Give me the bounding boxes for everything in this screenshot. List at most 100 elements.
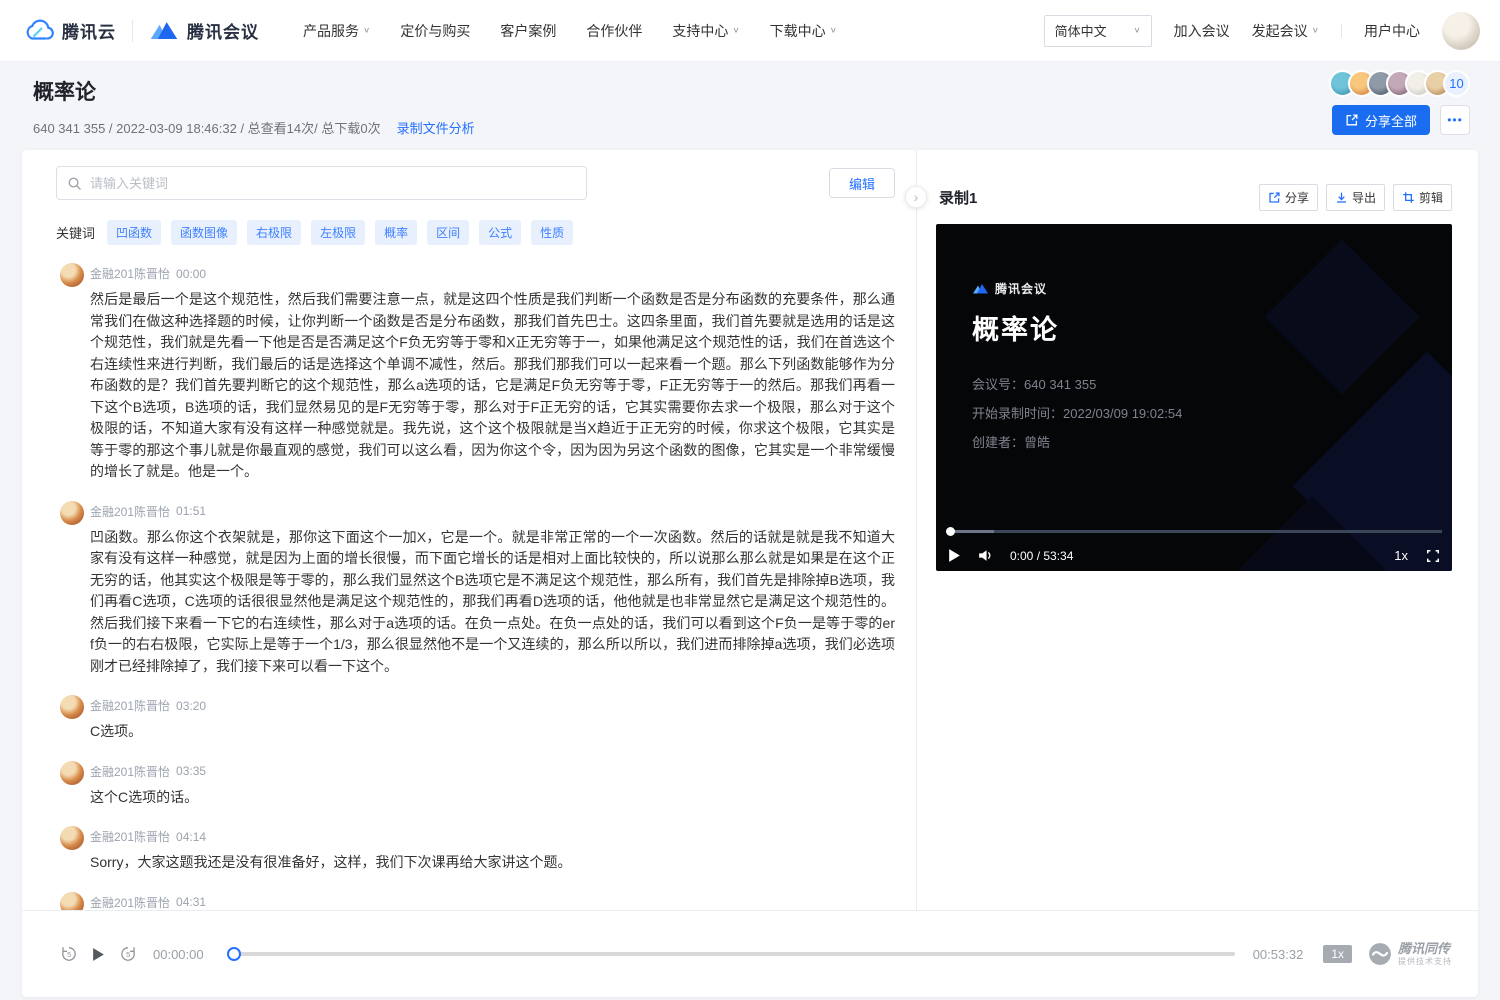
tencent-cloud-brand[interactable]: 腾讯云: [24, 18, 116, 43]
join-meeting-link[interactable]: 加入会议: [1174, 21, 1230, 41]
nav-item-partners[interactable]: 合作伙伴: [586, 21, 642, 41]
speed-badge-button[interactable]: 1x: [1323, 945, 1352, 963]
page: 腾讯云 腾讯会议 产品服务 ∨ 定价与购买 客户案例: [0, 0, 1500, 1000]
tencent-meeting-logo-icon: [972, 283, 989, 295]
more-options-button[interactable]: •••: [1440, 105, 1470, 135]
keyword-tag[interactable]: 右极限: [247, 220, 301, 245]
export-button[interactable]: 导出: [1326, 184, 1385, 211]
transcript-entry[interactable]: 金融201陈晋怡 04:31 那我们先不看C，我们先来看一下。先来看一下第的话，…: [60, 890, 895, 911]
translator-brand: 腾讯同传 提供技术支持: [1368, 941, 1452, 966]
entry-text[interactable]: 凹函数。那么你这个衣架就是，那你这下面这个一加X，它是一个。就是非常正常的一个一…: [90, 527, 895, 678]
forward-5s-button[interactable]: 5: [119, 945, 137, 963]
transcript-entry[interactable]: 金融201陈晋怡 01:51 凹函数。那么你这个衣架就是，那你这下面这个一加X，…: [60, 499, 895, 690]
collapse-panel-button[interactable]: ›: [905, 186, 927, 208]
video-player[interactable]: 腾讯会议 概率论 会议号：640 341 355 开始录制时间：2022/03/…: [936, 224, 1452, 571]
nav-item-pricing[interactable]: 定价与购买: [400, 21, 470, 41]
panel-divider: ›: [916, 150, 917, 910]
creator-line: 创建者：曾皓: [972, 428, 1182, 457]
search-input[interactable]: [90, 176, 576, 191]
entry-text[interactable]: Sorry，大家这题我还是没有很准备好，这样，我们下次课再给大家讲这个题。: [90, 852, 895, 874]
playback-speed-button[interactable]: 1x: [1394, 548, 1408, 563]
clip-button[interactable]: 剪辑: [1393, 184, 1452, 211]
tencent-meeting-brand[interactable]: 腾讯会议: [149, 18, 259, 43]
viewer-count-badge[interactable]: 10: [1443, 70, 1470, 97]
speaker-name: 金融201陈晋怡: [90, 763, 170, 780]
record-time: 2022/03/09 19:02:54: [1063, 406, 1182, 421]
transcript-entry[interactable]: 金融201陈晋怡 00:00 然后是最后一个是这个规范性，然后我们需要注意一点，…: [60, 261, 895, 495]
tencent-cloud-label: 腾讯云: [62, 18, 116, 43]
transcript-entry[interactable]: 金融201陈晋怡 03:20 C选项。: [60, 693, 895, 755]
file-analysis-link[interactable]: 录制文件分析: [397, 118, 475, 137]
page-header: 概率论 640 341 355 / 2022-03-09 18:46:32 / …: [0, 62, 1500, 150]
nav-item-support[interactable]: 支持中心 ∨: [672, 21, 739, 41]
share-button[interactable]: 分享: [1259, 184, 1318, 211]
tencent-meeting-logo-icon: [149, 20, 179, 42]
entry-timestamp[interactable]: 01:51: [176, 504, 206, 518]
keyword-tag[interactable]: 公式: [479, 220, 521, 245]
header-buttons: 分享全部 •••: [1332, 105, 1470, 135]
speaker-avatar: [60, 892, 84, 911]
entry-text[interactable]: 这个C选项的话。: [90, 787, 895, 809]
keyword-tag[interactable]: 区间: [427, 220, 469, 245]
user-avatar[interactable]: [1442, 12, 1480, 50]
edit-button[interactable]: 编辑: [829, 168, 895, 198]
content-card: 编辑 关键词 凹函数 函数图像 右极限 左极限 概率 区间 公式 性质: [22, 150, 1478, 997]
tencent-cloud-logo-icon: [24, 19, 54, 43]
total-time: 00:53:32: [1253, 947, 1304, 962]
keyword-tag[interactable]: 概率: [375, 220, 417, 245]
video-progress-bar[interactable]: [946, 530, 1442, 533]
keyword-tag[interactable]: 左极限: [311, 220, 365, 245]
volume-button[interactable]: [977, 547, 994, 564]
entry-timestamp[interactable]: 00:00: [176, 267, 206, 281]
timeline-slider[interactable]: [228, 952, 1235, 956]
play-icon: [92, 947, 105, 962]
play-icon: [948, 548, 961, 563]
nav-item-download[interactable]: 下载中心 ∨: [770, 21, 837, 41]
language-select[interactable]: 简体中文 ∨: [1044, 15, 1152, 47]
viewer-avatar-stack[interactable]: 10: [1329, 70, 1470, 97]
share-icon: [1268, 191, 1281, 204]
transcript-entry[interactable]: 金融201陈晋怡 03:35 这个C选项的话。: [60, 759, 895, 821]
speaker-avatar: [60, 826, 84, 850]
share-all-button[interactable]: 分享全部: [1332, 105, 1430, 135]
main-nav: 产品服务 ∨ 定价与购买 客户案例 合作伙伴 支持中心 ∨ 下载中心 ∨: [303, 21, 837, 41]
keyword-tag[interactable]: 性质: [531, 220, 573, 245]
transcript-list[interactable]: 金融201陈晋怡 00:00 然后是最后一个是这个规范性，然后我们需要注意一点，…: [22, 261, 916, 910]
start-meeting-link[interactable]: 发起会议 ∨: [1252, 21, 1319, 41]
current-time: 00:00:00: [153, 947, 204, 962]
nav-item-cases[interactable]: 客户案例: [500, 21, 556, 41]
video-progress-handle[interactable]: [946, 527, 955, 536]
meta-row: 640 341 355 / 2022-03-09 18:46:32 / 总查看1…: [33, 118, 475, 137]
nav-item-products[interactable]: 产品服务 ∨: [303, 21, 370, 41]
more-dots-icon: •••: [1447, 113, 1463, 127]
rewind-5s-button[interactable]: 5: [60, 945, 78, 963]
clip-icon: [1402, 191, 1415, 204]
video-brand: 腾讯会议: [972, 280, 1047, 297]
timeline-handle[interactable]: [227, 947, 241, 961]
entry-timestamp[interactable]: 03:35: [176, 764, 206, 778]
fullscreen-button[interactable]: [1426, 549, 1440, 563]
card-main: 编辑 关键词 凹函数 函数图像 右极限 左极限 概率 区间 公式 性质: [22, 150, 1478, 910]
play-button[interactable]: [92, 947, 105, 962]
speaker-name: 金融201陈晋怡: [90, 265, 170, 282]
chevron-down-icon: ∨: [830, 26, 837, 35]
entry-text[interactable]: C选项。: [90, 721, 895, 743]
speaker-avatar: [60, 263, 84, 287]
keyword-tag[interactable]: 凹函数: [107, 220, 161, 245]
translator-name: 腾讯同传: [1398, 941, 1452, 957]
entry-text[interactable]: 然后是最后一个是这个规范性，然后我们需要注意一点，就是这四个性质是我们判断一个函…: [90, 289, 895, 483]
entry-timestamp[interactable]: 04:14: [176, 830, 206, 844]
user-center-link[interactable]: 用户中心: [1364, 21, 1420, 41]
recording-panel: 录制1 分享: [917, 150, 1478, 910]
speaker-avatar: [60, 501, 84, 525]
entry-timestamp[interactable]: 04:31: [176, 895, 206, 909]
play-button[interactable]: [948, 548, 961, 563]
recording-meta: 640 341 355 / 2022-03-09 18:46:32 / 总查看1…: [33, 118, 381, 137]
video-buffer: [954, 530, 994, 533]
svg-text:5: 5: [67, 950, 71, 959]
keywords-row: 关键词 凹函数 函数图像 右极限 左极限 概率 区间 公式 性质: [56, 220, 895, 245]
keyword-tag[interactable]: 函数图像: [171, 220, 237, 245]
transcript-entry[interactable]: 金融201陈晋怡 04:14 Sorry，大家这题我还是没有很准备好，这样，我们…: [60, 824, 895, 886]
speaker-avatar: [60, 761, 84, 785]
entry-timestamp[interactable]: 03:20: [176, 699, 206, 713]
